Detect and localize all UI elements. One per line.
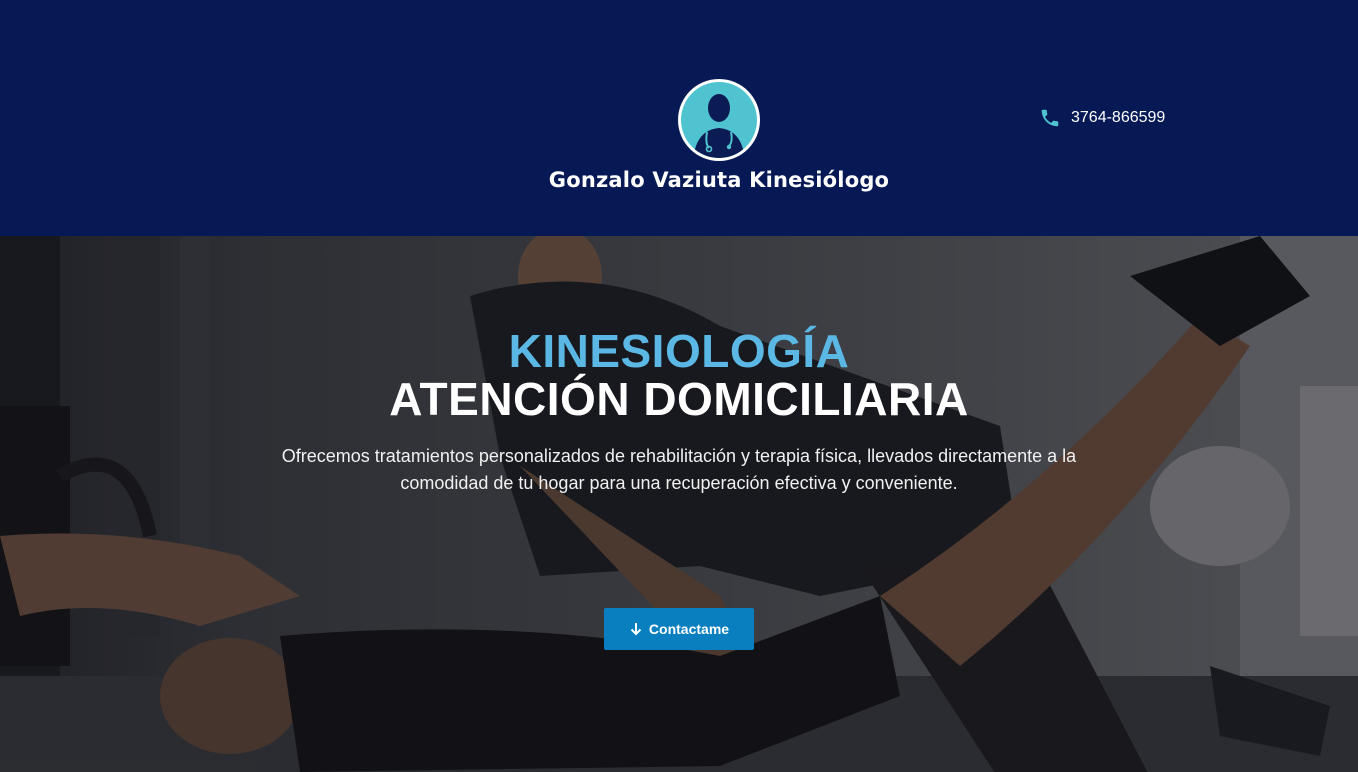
doctor-avatar-icon <box>678 79 760 161</box>
phone-number: 3764-866599 <box>1071 109 1166 126</box>
brand-name: Gonzalo Vaziuta Kinesiólogo <box>548 168 890 192</box>
phone-icon <box>1041 109 1059 127</box>
arrow-down-icon <box>630 623 642 636</box>
hero-description: Ofrecemos tratamientos personalizados de… <box>281 446 1077 493</box>
site-header: Gonzalo Vaziuta Kinesiólogo 3764-866599 <box>0 0 1358 236</box>
hero-section: KINESIOLOGÍA ATENCIÓN DOMICILIARIA Ofrec… <box>0 236 1358 772</box>
brand-logo[interactable]: Gonzalo Vaziuta Kinesiólogo <box>0 78 1358 198</box>
hero-title-line-1: KINESIOLOGÍA <box>508 325 850 377</box>
hero-overlay <box>0 236 1358 772</box>
contact-button-label: Contactame <box>648 621 730 637</box>
contact-button[interactable]: Contactame <box>604 608 754 650</box>
hero-title-line-2: ATENCIÓN DOMICILIARIA <box>389 373 969 425</box>
phone-link[interactable]: 3764-866599 <box>1039 105 1165 131</box>
